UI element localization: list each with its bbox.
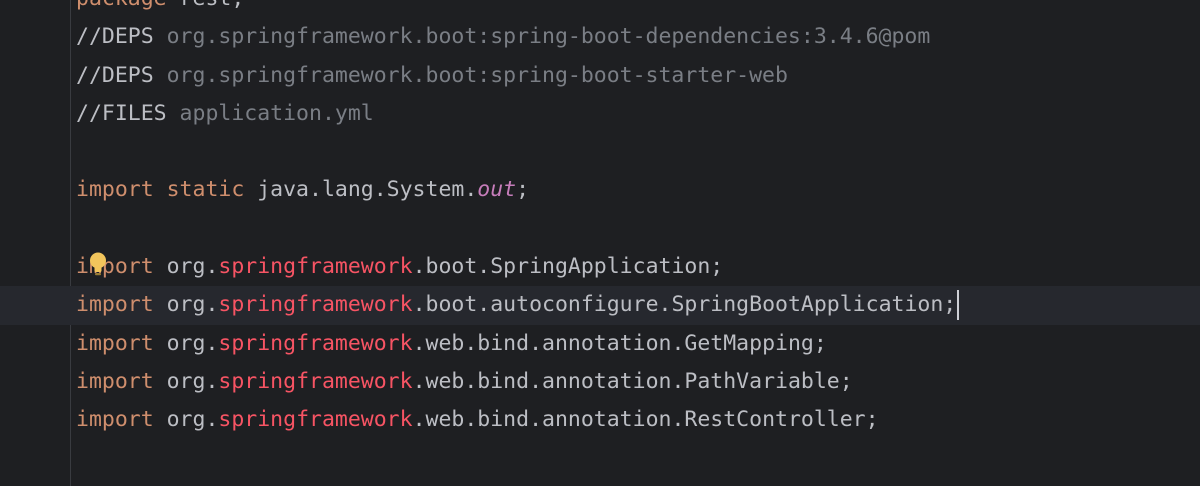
- comment-tag: //DEPS: [76, 62, 154, 88]
- code-line-import-current[interactable]: import org.springframework.boot.autoconf…: [0, 286, 1200, 325]
- code-line-import[interactable]: import org.springframework.web.bind.anno…: [0, 325, 1200, 363]
- keyword: static: [153, 177, 245, 203]
- lightbulb-icon[interactable]: [89, 252, 107, 278]
- comment-text: org.springframework.boot:spring-boot-sta…: [153, 62, 788, 88]
- import-prefix: org.: [153, 330, 219, 356]
- package-segment: springframework: [218, 330, 413, 356]
- keyword: import: [76, 292, 154, 318]
- comment-tag: //DEPS: [76, 24, 154, 50]
- package-segment: springframework: [218, 292, 413, 318]
- code-line-blank[interactable]: [0, 210, 1200, 248]
- keyword: import: [76, 407, 154, 433]
- import-prefix: org.: [153, 254, 219, 280]
- import-suffix: .web.bind.annotation.GetMapping;: [412, 330, 827, 356]
- code-line-deps-1[interactable]: //DEPS org.springframework.boot:spring-b…: [0, 18, 1200, 56]
- code-line-import[interactable]: import org.springframework.web.bind.anno…: [0, 401, 1200, 439]
- keyword: import: [76, 177, 154, 203]
- code-lines[interactable]: package rest; //DEPS org.springframework…: [0, 0, 1200, 440]
- code-line-package[interactable]: package rest;: [0, 0, 1200, 18]
- import-prefix: org.: [153, 368, 219, 394]
- import-path: java.lang.System.: [244, 177, 478, 203]
- text-caret: [957, 290, 960, 321]
- package-segment: springframework: [218, 368, 413, 394]
- import-suffix: .web.bind.annotation.RestController;: [412, 407, 879, 433]
- keyword: package: [76, 0, 167, 11]
- code-line-import[interactable]: import org.springframework.boot.SpringAp…: [0, 248, 1200, 286]
- code-line-import[interactable]: import org.springframework.web.bind.anno…: [0, 363, 1200, 401]
- static-field: out: [477, 177, 517, 203]
- comment-text: org.springframework.boot:spring-boot-dep…: [153, 24, 931, 50]
- comment-text: application.yml: [166, 100, 374, 126]
- package-name: rest;: [167, 0, 245, 11]
- comment-tag: //FILES: [76, 100, 167, 126]
- code-line-deps-2[interactable]: //DEPS org.springframework.boot:spring-b…: [0, 57, 1200, 95]
- import-prefix: org.: [153, 292, 219, 318]
- semicolon: ;: [516, 177, 530, 203]
- import-prefix: org.: [153, 407, 219, 433]
- import-suffix: .web.bind.annotation.PathVariable;: [412, 368, 853, 394]
- package-segment: springframework: [218, 407, 413, 433]
- import-suffix: .boot.autoconfigure.SpringBootApplicatio…: [412, 292, 957, 318]
- import-suffix: .boot.SpringApplication;: [412, 254, 724, 280]
- keyword: import: [76, 254, 154, 280]
- keyword: import: [76, 330, 154, 356]
- keyword: import: [76, 368, 154, 394]
- package-segment: springframework: [218, 254, 413, 280]
- code-line-blank[interactable]: [0, 133, 1200, 171]
- code-line-import-static[interactable]: import static java.lang.System.out;: [0, 171, 1200, 209]
- code-editor[interactable]: package rest; //DEPS org.springframework…: [0, 0, 1200, 486]
- code-line-files[interactable]: //FILES application.yml: [0, 95, 1200, 133]
